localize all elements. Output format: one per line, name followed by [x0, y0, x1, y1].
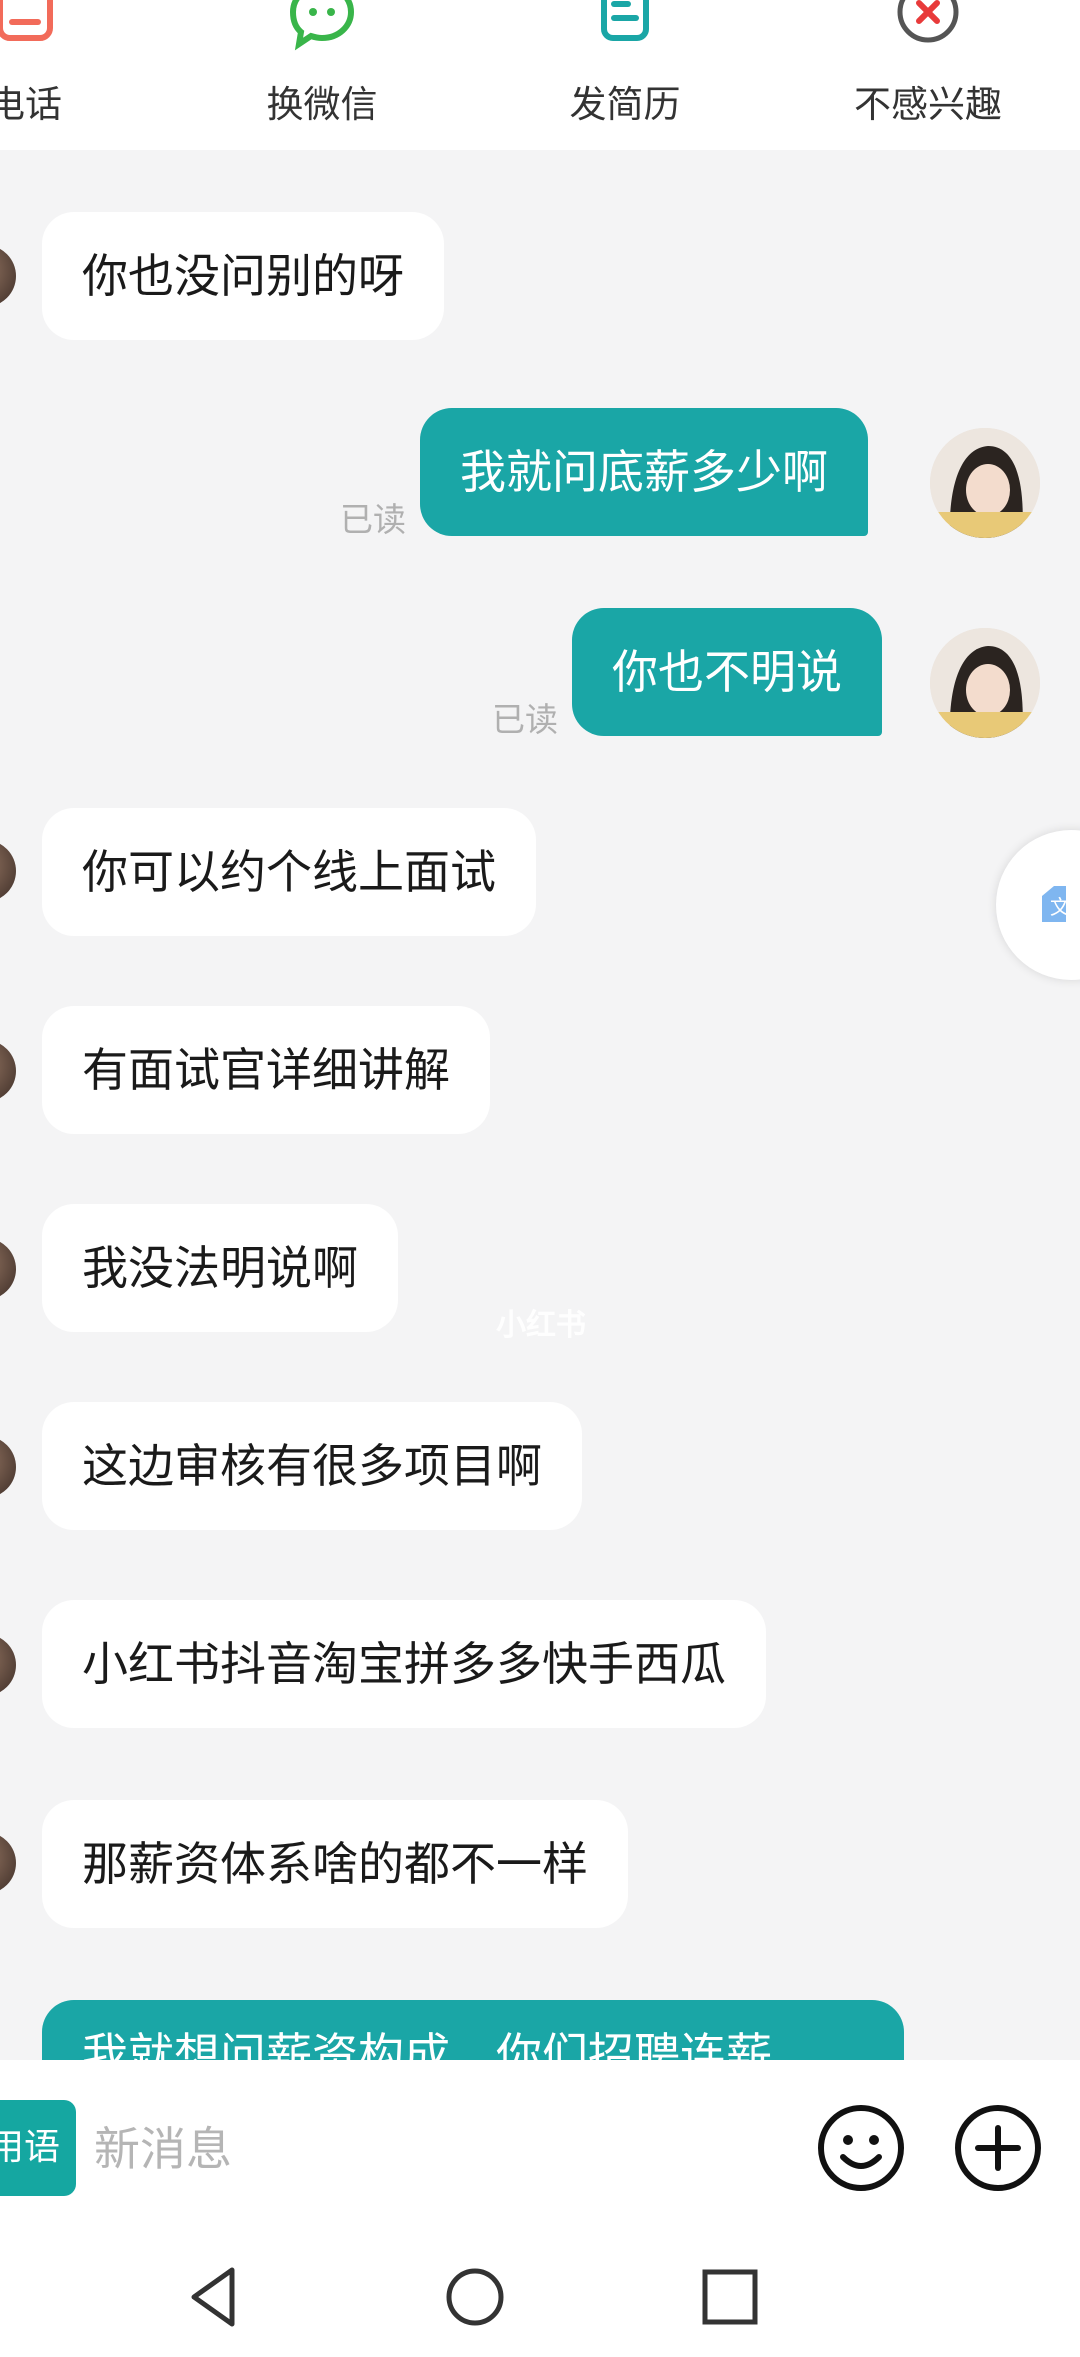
recents-icon[interactable]: [695, 2262, 765, 2332]
home-icon[interactable]: [440, 2262, 510, 2332]
watermark: 小红书: [496, 1308, 586, 1343]
not-interested-action[interactable]: 不感兴趣: [828, 0, 1028, 150]
wechat-icon: [289, 0, 355, 51]
contact-avatar[interactable]: [0, 840, 16, 902]
translate-button[interactable]: 文: [996, 830, 1080, 980]
contact-avatar[interactable]: [0, 1040, 16, 1102]
phone-icon: [0, 0, 53, 41]
wechat-action[interactable]: 换微信: [222, 0, 422, 150]
contact-avatar[interactable]: [0, 1436, 16, 1498]
back-icon[interactable]: [180, 2262, 250, 2332]
message-bubble-outgoing[interactable]: 我就想问薪资构成，你们招聘连薪: [42, 2000, 904, 2060]
action-bar: 电话 换微信 发简历 不感兴趣: [0, 0, 1080, 150]
user-photo-icon: [930, 628, 1040, 738]
resume-icon: [601, 0, 649, 41]
read-status: 已读: [340, 500, 406, 539]
contact-avatar[interactable]: [0, 245, 16, 307]
phone-label: 电话: [0, 83, 62, 126]
message-bubble-incoming[interactable]: 有面试官详细讲解: [42, 1006, 490, 1134]
plus-icon[interactable]: [953, 2103, 1043, 2193]
message-bubble-incoming[interactable]: 这边审核有很多项目啊: [42, 1402, 582, 1530]
wechat-label: 换微信: [266, 83, 378, 126]
user-photo-icon: [930, 428, 1040, 538]
message-bubble-outgoing[interactable]: 你也不明说: [572, 608, 882, 736]
contact-avatar[interactable]: [0, 1238, 16, 1300]
translate-icon: 文: [1042, 886, 1070, 922]
contact-avatar[interactable]: [0, 1832, 16, 1894]
message-bubble-incoming[interactable]: 小红书抖音淘宝拼多多快手西瓜: [42, 1600, 766, 1728]
my-avatar[interactable]: [930, 428, 1040, 538]
message-bubble-incoming[interactable]: 我没法明说啊: [42, 1204, 398, 1332]
message-bubble-incoming[interactable]: 你也没问别的呀: [42, 212, 444, 340]
emoji-icon[interactable]: [816, 2103, 906, 2193]
input-bar: 用语: [0, 2060, 1080, 2240]
resume-action[interactable]: 发简历: [525, 0, 725, 150]
contact-avatar[interactable]: [0, 1634, 16, 1696]
svg-text:文: 文: [1050, 895, 1070, 919]
my-avatar[interactable]: [930, 628, 1040, 738]
message-bubble-outgoing[interactable]: 我就问底薪多少啊: [420, 408, 868, 536]
message-bubble-incoming[interactable]: 那薪资体系啥的都不一样: [42, 1800, 628, 1928]
read-status: 已读: [492, 700, 558, 739]
phone-action[interactable]: 电话: [0, 0, 125, 150]
message-input[interactable]: [92, 2100, 796, 2198]
common-phrases-button[interactable]: 用语: [0, 2100, 76, 2196]
chat-area[interactable]: 你也没问别的呀 已读 我就问底薪多少啊 已读 你也不明说 你可以约个线上面试 有…: [0, 150, 1080, 2060]
not-interested-label: 不感兴趣: [854, 83, 1002, 126]
not-interested-icon: [897, 0, 959, 43]
resume-label: 发简历: [569, 83, 681, 126]
system-nav-bar: [0, 2240, 1080, 2357]
message-bubble-incoming[interactable]: 你可以约个线上面试: [42, 808, 536, 936]
